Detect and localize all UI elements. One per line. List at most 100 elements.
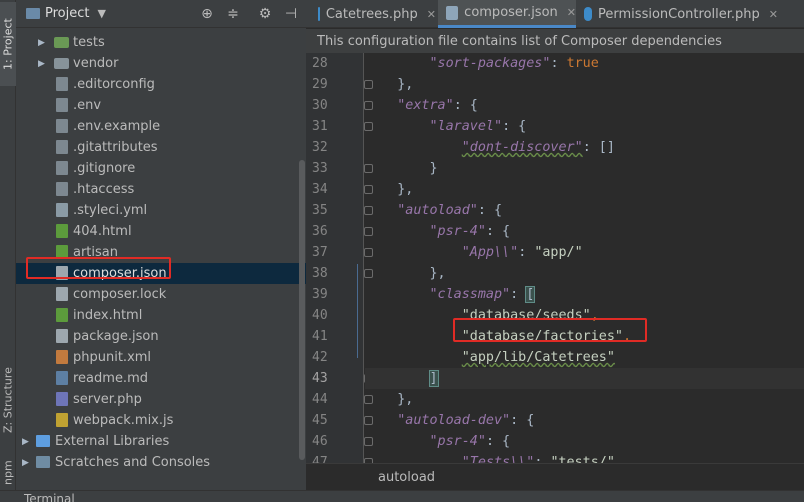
tree-item-label: Scratches and Consoles — [55, 455, 211, 470]
json-string: "tests/" — [550, 455, 615, 463]
tree-item-404[interactable]: 404.html — [16, 221, 306, 242]
matched-bracket: [ — [525, 286, 536, 303]
chevron-right-icon[interactable]: ▶ — [22, 458, 32, 468]
line-number: 34 — [312, 182, 328, 197]
tree-item-styleci[interactable]: .styleci.yml — [16, 200, 306, 221]
gear-icon[interactable]: ⚙ — [256, 5, 274, 23]
matched-bracket: ] — [428, 370, 439, 387]
structure-tool-tab[interactable]: Z: Structure — [0, 355, 16, 445]
tree-item-label: readme.md — [73, 371, 148, 386]
tree-item-vendor[interactable]: ▶ vendor — [16, 53, 306, 74]
line-number: 35 — [312, 203, 328, 218]
tree-item-gitattributes[interactable]: .gitattributes — [16, 137, 306, 158]
line-number: 33 — [312, 161, 328, 176]
code-line-39: "classmap": [ — [365, 284, 804, 305]
chevron-down-icon[interactable]: ▼ — [97, 7, 105, 20]
bottom-tool-bar: Terminal — [0, 490, 804, 502]
punctuation: : { — [485, 224, 511, 239]
php-class-icon — [318, 7, 320, 21]
tree-item-label: .gitignore — [73, 161, 136, 176]
line-number: 41 — [312, 329, 328, 344]
breadcrumb[interactable]: autoload — [306, 463, 804, 490]
locate-file-icon[interactable]: ⊕ — [198, 5, 216, 23]
code-editor[interactable]: "sort-packages": true }, "extra": { "lar… — [365, 53, 804, 463]
tree-item-label: .styleci.yml — [73, 203, 148, 218]
chevron-right-icon[interactable]: ▶ — [38, 59, 48, 69]
punctuation: : — [510, 287, 527, 302]
file-icon — [56, 77, 68, 91]
tree-item-server-php[interactable]: server.php — [16, 389, 306, 410]
project-scrollbar[interactable] — [299, 160, 305, 460]
tab-permission-controller[interactable]: PermissionController.php ✕ — [578, 0, 778, 28]
code-line-33: } — [365, 158, 804, 179]
tree-item-phpunit[interactable]: phpunit.xml — [16, 347, 306, 368]
project-view-icon — [26, 8, 40, 19]
punctuation: }, — [397, 77, 414, 92]
json-key: "autoload-dev" — [397, 413, 511, 428]
chevron-right-icon[interactable]: ▶ — [38, 38, 48, 48]
yaml-file-icon — [56, 203, 68, 217]
json-string: "app/" — [534, 245, 583, 260]
line-number: 40 — [312, 308, 328, 323]
tab-composer-json[interactable]: composer.json ✕ — [438, 0, 576, 28]
folder-icon — [54, 58, 69, 69]
punctuation: } — [429, 161, 438, 176]
file-icon — [56, 182, 68, 196]
file-icon — [56, 119, 68, 133]
tree-item-htaccess[interactable]: .htaccess — [16, 179, 306, 200]
close-icon[interactable]: ✕ — [769, 8, 778, 21]
tree-item-scratches[interactable]: ▶ Scratches and Consoles — [16, 452, 306, 473]
close-icon[interactable]: ✕ — [427, 8, 436, 21]
terminal-tab[interactable]: Terminal — [24, 492, 75, 502]
hide-panel-icon[interactable]: ⊣ — [282, 5, 300, 23]
tree-item-package-json[interactable]: package.json — [16, 326, 306, 347]
line-number: 30 — [312, 98, 328, 113]
tree-item-readme[interactable]: readme.md — [16, 368, 306, 389]
tree-item-label: webpack.mix.js — [73, 413, 174, 428]
editor-area: Catetrees.php ✕ composer.json ✕ Permissi… — [306, 0, 804, 490]
json-key: "dont-discover" — [461, 140, 583, 155]
line-number: 42 — [312, 350, 328, 365]
project-panel-header: Project ▼ ⊕ ≑ ⚙ ⊣ — [16, 0, 306, 28]
punctuation: }, — [429, 266, 446, 281]
tree-item-tests[interactable]: ▶ tests — [16, 32, 306, 53]
line-gutter: 28 29 30 31 32 33 34 35 36 37 38 39 40 4… — [306, 53, 373, 470]
code-line-30: "extra": { — [365, 95, 804, 116]
line-number-current: 43 — [312, 371, 328, 386]
tree-item-env-example[interactable]: .env.example — [16, 116, 306, 137]
code-line-37: "App\\": "app/" — [365, 242, 804, 263]
tree-item-label: .env — [73, 98, 102, 113]
tree-item-editorconfig[interactable]: .editorconfig — [16, 74, 306, 95]
npm-tool-tab[interactable]: npm — [0, 458, 16, 488]
json-key: "App\\" — [461, 245, 519, 260]
project-tool-tab[interactable]: 1: Project — [0, 2, 16, 86]
json-key: "sort-packages" — [429, 56, 551, 71]
tab-catetrees-php[interactable]: Catetrees.php ✕ — [312, 0, 436, 28]
tree-item-external-libraries[interactable]: ▶ External Libraries — [16, 431, 306, 452]
punctuation: : — [534, 455, 551, 463]
punctuation: }, — [397, 182, 414, 197]
json-string: "app/lib/Catetrees" — [461, 350, 615, 365]
tree-item-webpack[interactable]: webpack.mix.js — [16, 410, 306, 431]
chevron-right-icon[interactable]: ▶ — [22, 437, 32, 447]
tree-item-index-html[interactable]: index.html — [16, 305, 306, 326]
json-key: "psr-4" — [429, 434, 486, 449]
html-file-icon — [56, 308, 68, 322]
tree-item-gitignore[interactable]: .gitignore — [16, 158, 306, 179]
project-view-selector[interactable]: Project — [45, 6, 89, 21]
tree-item-composer-lock[interactable]: composer.lock — [16, 284, 306, 305]
code-line-42: "app/lib/Catetrees" — [365, 347, 804, 368]
file-icon — [56, 98, 68, 112]
collapse-all-icon[interactable]: ≑ — [224, 5, 242, 23]
line-number: 28 — [312, 56, 328, 71]
close-icon[interactable]: ✕ — [567, 6, 576, 19]
json-boolean: true — [566, 56, 599, 71]
markdown-file-icon — [56, 371, 68, 385]
tree-item-label: 404.html — [73, 224, 132, 239]
code-line-47: "Tests\\": "tests/" — [365, 452, 804, 463]
tree-item-env[interactable]: .env — [16, 95, 306, 116]
project-panel: Project ▼ ⊕ ≑ ⚙ ⊣ ▶ tests ▶ vendor .edit… — [16, 0, 306, 490]
highlight-box-catetrees — [453, 318, 647, 342]
punctuation: }, — [397, 392, 414, 407]
code-line-28: "sort-packages": true — [365, 53, 804, 74]
